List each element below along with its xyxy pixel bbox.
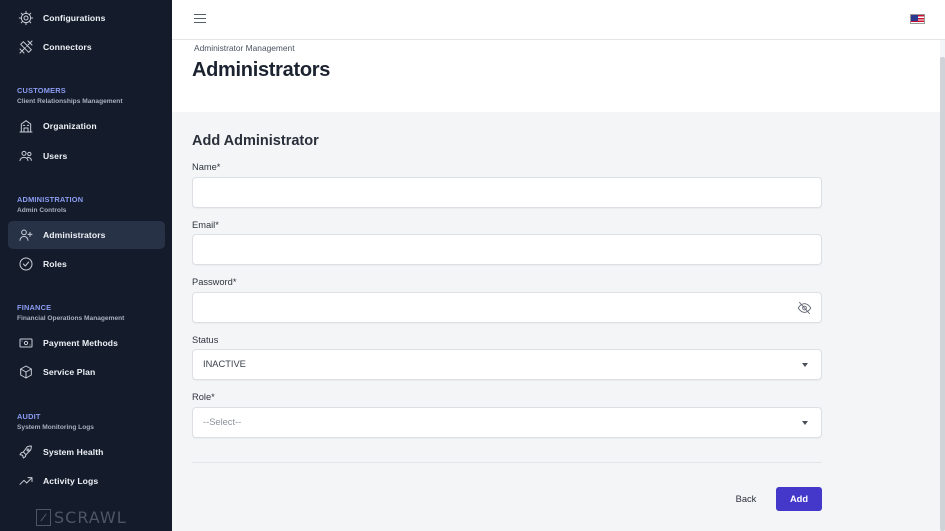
role-label: Role*: [192, 392, 215, 402]
tools-icon: [17, 38, 35, 56]
page-title: Administrators: [192, 59, 331, 81]
us-flag-icon[interactable]: [910, 14, 925, 24]
user-plus-icon: [17, 226, 35, 244]
sidebar-item-connectors[interactable]: Connectors: [8, 33, 165, 61]
section-subtitle-customers: Client Relationships Management: [17, 98, 123, 105]
sidebar-item-label: Configurations: [43, 13, 106, 23]
trending-up-icon: [17, 472, 35, 490]
form-divider: [192, 462, 822, 463]
sidebar-item-label: Roles: [43, 259, 67, 269]
logo-text: SCRAWL: [54, 508, 127, 527]
role-select[interactable]: --Select--: [192, 407, 822, 438]
sidebar-item-label: Payment Methods: [43, 338, 119, 348]
status-label: Status: [192, 335, 219, 345]
section-subtitle-finance: Financial Operations Management: [17, 315, 125, 322]
section-title-customers: CUSTOMERS: [17, 86, 66, 95]
scrollbar[interactable]: [940, 57, 945, 531]
form-title: Add Administrator: [192, 133, 319, 149]
eye-off-icon[interactable]: [797, 301, 812, 315]
sidebar-item-roles[interactable]: Roles: [8, 250, 165, 278]
password-field[interactable]: [192, 292, 822, 323]
page-header: Administrator Management Administrators: [172, 40, 940, 112]
sidebar-item-label: Activity Logs: [43, 476, 99, 486]
sidebar-item-label: Users: [43, 151, 68, 161]
email-field[interactable]: [192, 234, 822, 265]
section-title-audit: AUDIT: [17, 412, 41, 421]
sidebar-item-system-health[interactable]: System Health: [8, 438, 165, 466]
sidebar-item-payment-methods[interactable]: Payment Methods: [8, 329, 165, 357]
name-field[interactable]: [192, 177, 822, 208]
add-button[interactable]: Add: [776, 487, 822, 511]
sidebar-item-users[interactable]: Users: [8, 142, 165, 170]
sidebar-item-activity-logs[interactable]: Activity Logs: [8, 467, 165, 495]
building-icon: [17, 117, 35, 135]
sidebar-item-service-plan[interactable]: Service Plan: [8, 358, 165, 386]
chevron-down-icon: [802, 421, 808, 425]
top-bar: [172, 0, 945, 40]
chevron-down-icon: [802, 363, 808, 367]
check-circle-icon: [17, 255, 35, 273]
section-subtitle-audit: System Monitoring Logs: [17, 424, 94, 431]
sidebar-item-configurations[interactable]: Configurations: [8, 4, 165, 32]
sidebar: Configurations Connectors CUSTOMERS Clie…: [0, 0, 172, 531]
section-title-finance: FINANCE: [17, 303, 52, 312]
section-subtitle-administration: Admin Controls: [17, 207, 67, 214]
back-button[interactable]: Back: [727, 487, 765, 511]
sidebar-item-label: Organization: [43, 121, 97, 131]
name-label: Name*: [192, 162, 221, 172]
hamburger-icon[interactable]: [194, 14, 206, 24]
section-title-administration: ADMINISTRATION: [17, 195, 84, 204]
breadcrumb[interactable]: Administrator Management: [194, 43, 295, 53]
box-icon: [17, 363, 35, 381]
sidebar-item-organization[interactable]: Organization: [8, 112, 165, 140]
users-icon: [17, 147, 35, 165]
status-select[interactable]: INACTIVE: [192, 349, 822, 380]
sidebar-item-label: Service Plan: [43, 367, 96, 377]
sidebar-item-label: Connectors: [43, 42, 92, 52]
banknote-icon: [17, 334, 35, 352]
gear-icon: [17, 9, 35, 27]
scrawl-logo: SCRAWL: [36, 508, 127, 527]
rocket-icon: [17, 443, 35, 461]
sidebar-item-administrators[interactable]: Administrators: [8, 221, 165, 249]
role-placeholder: --Select--: [203, 417, 242, 427]
sidebar-item-label: Administrators: [43, 230, 106, 240]
logo-mark-icon: [36, 509, 51, 526]
status-selected-value: INACTIVE: [203, 359, 246, 369]
password-label: Password*: [192, 277, 237, 287]
sidebar-item-label: System Health: [43, 447, 104, 457]
email-label: Email*: [192, 220, 219, 230]
